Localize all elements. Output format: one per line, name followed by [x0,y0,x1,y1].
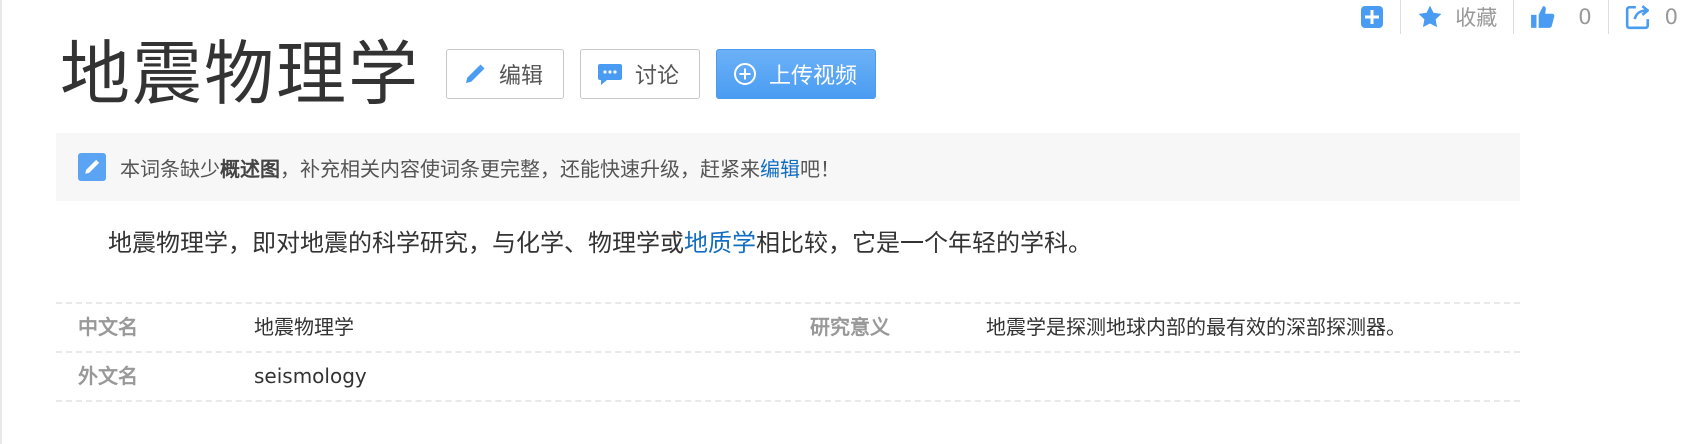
upload-video-button[interactable]: 上传视频 [716,49,877,99]
like-button[interactable]: 0 [1514,0,1607,34]
top-action-bar: 收藏 0 0 [1360,0,1678,34]
upload-video-label: 上传视频 [769,64,858,89]
share-icon [1625,5,1649,30]
pencil-icon [466,64,485,83]
favorite-button[interactable]: 收藏 [1401,0,1513,34]
geology-link[interactable]: 地质学 [684,229,756,257]
info-value: seismology [254,364,367,388]
page-title: 地震物理学 [60,33,420,115]
star-icon [1418,5,1442,28]
plus-square-icon [1361,6,1384,28]
notice-prefix: 本词条缺少 [120,156,220,181]
notice-edit-link[interactable]: 编辑 [760,153,800,182]
summary-paragraph: 地震物理学，即对地震的科学研究，与化学、物理学或地质学相比较，它是一个年轻的学科… [108,225,1092,261]
summary-after: 相比较，它是一个年轻的学科。 [756,229,1092,257]
share-count: 0 [1664,5,1678,29]
chat-bubble-icon [598,64,623,85]
summary-before: 地震物理学，即对地震的科学研究，与化学、物理学或 [108,229,684,257]
thumbs-up-icon [1531,6,1555,28]
info-key: 外文名 [78,364,138,388]
edit-button[interactable]: 编辑 [446,49,565,99]
info-row: 中文名 地震物理学 研究意义 地震学是探测地球内部的最有效的深部探测器。 [56,302,1520,351]
info-key: 中文名 [78,315,138,339]
edit-notice-icon [78,153,106,181]
basic-info-table: 中文名 地震物理学 研究意义 地震学是探测地球内部的最有效的深部探测器。 外文名… [56,302,1520,402]
notice-bold: 概述图 [220,156,280,181]
notice-suffix: 吧！ [800,156,840,181]
like-count: 0 [1578,5,1592,29]
info-value: 地震学是探测地球内部的最有效的深部探测器。 [986,315,1406,339]
plus-circle-icon [734,63,757,85]
info-row: 外文名 seismology [56,351,1520,402]
info-key: 研究意义 [810,315,890,339]
title-row: 地震物理学 编辑 讨论 上传视频 [60,33,877,115]
edit-label: 编辑 [499,64,544,89]
share-button[interactable]: 0 [1609,0,1678,34]
notice-middle: ，补充相关内容使词条更完整，还能快速升级，赶紧来 [280,156,760,181]
add-to-list-button[interactable] [1360,0,1400,34]
missing-image-notice: 本词条缺少 概述图 ，补充相关内容使词条更完整，还能快速升级，赶紧来 编辑 吧！ [56,133,1520,201]
page-left-border [0,0,2,444]
info-value: 地震物理学 [254,315,354,339]
favorite-label: 收藏 [1455,6,1498,30]
discuss-label: 讨论 [635,64,680,89]
discuss-button[interactable]: 讨论 [580,49,701,99]
